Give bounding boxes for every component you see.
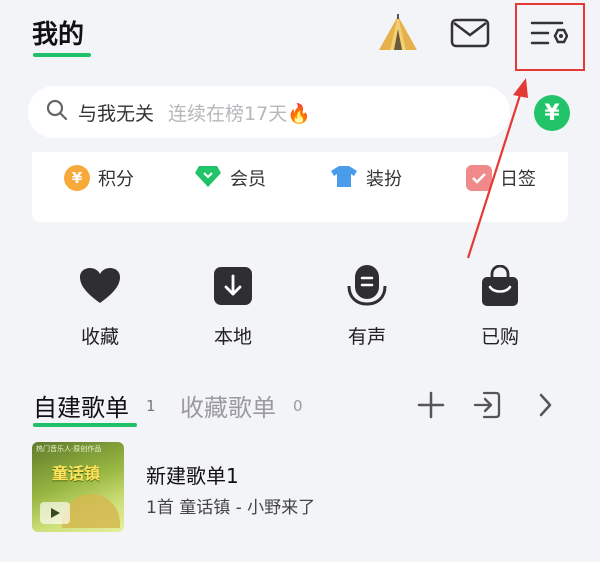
daily-sign-checkbox-icon [466, 165, 492, 191]
import-icon[interactable] [470, 388, 504, 422]
tshirt-icon [330, 164, 358, 192]
title-underline [33, 53, 91, 57]
quick-action-label: 收藏 [80, 326, 119, 348]
perk-points[interactable]: ¥ 积分 [64, 164, 134, 192]
search-hint: 连续在榜17天🔥 [168, 102, 311, 125]
heart-icon [78, 264, 122, 308]
perk-label: 日签 [500, 169, 536, 190]
search-bar[interactable]: 与我无关 连续在榜17天🔥 [28, 86, 510, 138]
quick-action-label: 有声 [347, 326, 386, 348]
tab-underline [33, 423, 137, 427]
tab-collected-playlists[interactable]: 收藏歌单 [180, 388, 276, 423]
quick-action-label: 本地 [213, 326, 252, 348]
perks-bar: ¥ 积分 会员 装扮 日签 [32, 152, 568, 222]
quick-action-local[interactable]: 本地 [193, 264, 273, 349]
yen-button[interactable]: ¥ [534, 95, 570, 131]
perk-label: 装扮 [366, 169, 402, 190]
cover-caption: 热门音乐人·原创作品 [36, 445, 102, 453]
playlist-cover[interactable]: 热门音乐人·原创作品 童话镇 [32, 442, 124, 532]
quick-action-audio[interactable]: 有声 [327, 264, 407, 349]
quick-action-purchased[interactable]: 已购 [460, 264, 540, 349]
playlist-meta: 1首 童话镇 - 小野来了 [146, 498, 316, 518]
perk-daily-sign[interactable]: 日签 [466, 164, 536, 192]
vip-diamond-icon [194, 164, 222, 192]
mail-icon[interactable] [446, 10, 494, 56]
highlight-box [515, 3, 585, 71]
add-icon[interactable] [414, 388, 448, 422]
cover-title: 童话镇 [52, 464, 101, 483]
tab-created-count: 1 [146, 397, 156, 415]
tab-created-playlists[interactable]: 自建歌单 [33, 388, 129, 423]
play-icon[interactable] [40, 502, 70, 524]
chevron-right-icon[interactable] [528, 388, 562, 422]
quick-action-label: 已购 [480, 326, 519, 348]
page-title: 我的 [32, 20, 85, 50]
search-icon [46, 99, 68, 125]
perk-dressup[interactable]: 装扮 [330, 164, 402, 192]
perk-label: 积分 [98, 169, 134, 190]
download-icon [211, 264, 255, 308]
points-coin-icon: ¥ [64, 165, 90, 191]
perk-vip[interactable]: 会员 [194, 164, 266, 192]
shopping-bag-icon [478, 264, 522, 308]
tab-collected-count: 0 [293, 397, 303, 415]
quick-action-favorites[interactable]: 收藏 [60, 264, 140, 349]
cover-illustration [62, 494, 120, 528]
tent-icon[interactable] [374, 10, 422, 56]
search-query: 与我无关 [78, 102, 155, 125]
audio-icon [345, 264, 389, 308]
playlist-name[interactable]: 新建歌单1 [146, 460, 239, 489]
perk-label: 会员 [230, 169, 266, 190]
